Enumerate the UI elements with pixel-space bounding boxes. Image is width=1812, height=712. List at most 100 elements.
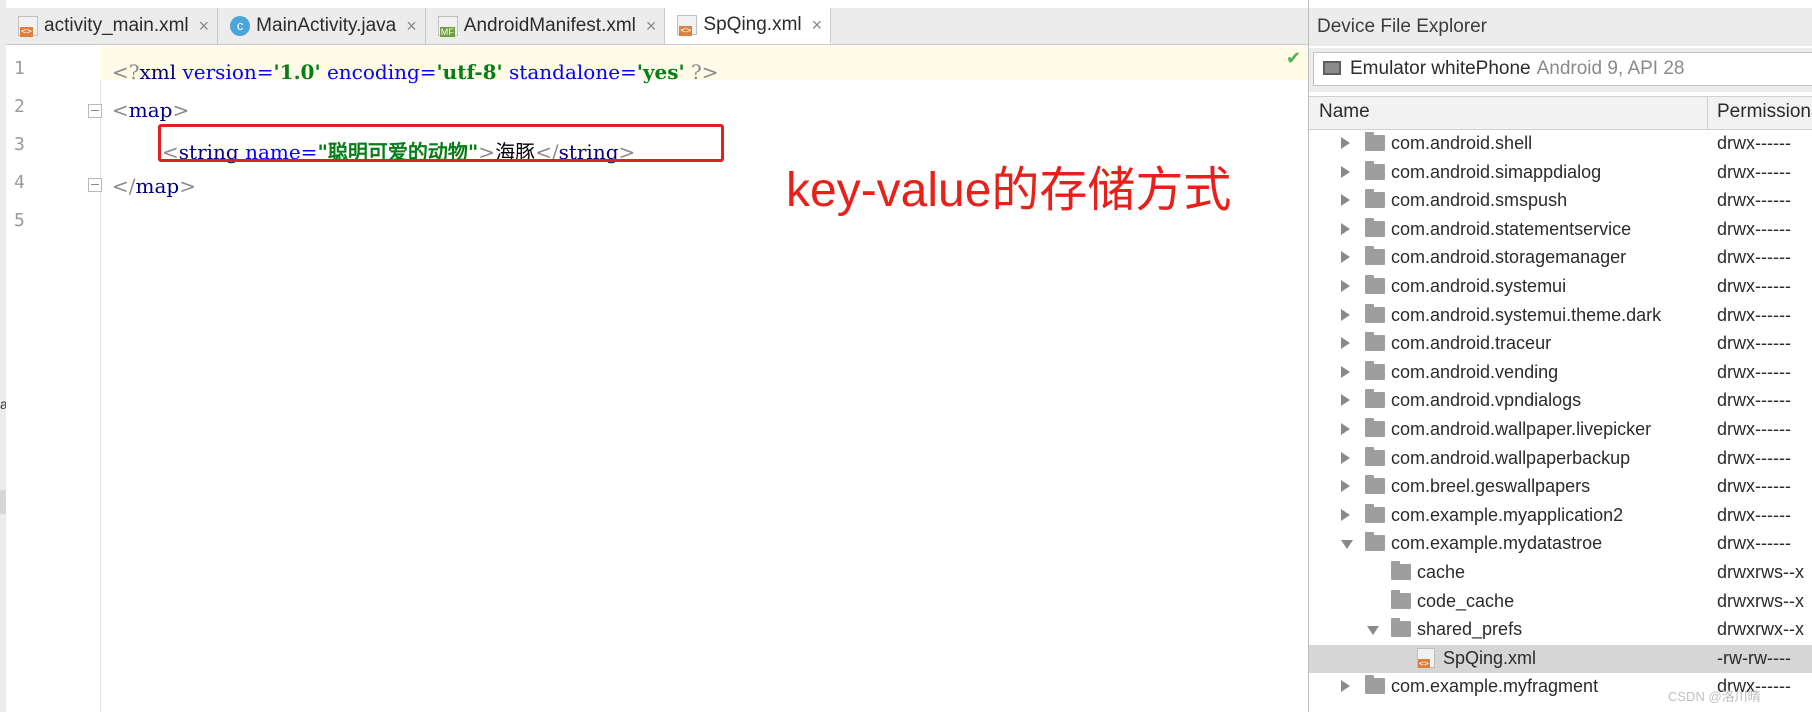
tree-row[interactable]: com.android.statementservice drwx------ <box>1309 216 1812 244</box>
attribute-name: standalone= <box>509 60 637 84</box>
tree-item-name: com.android.shell <box>1391 133 1533 153</box>
tree-row[interactable]: com.example.myapplication2 drwx------ <box>1309 502 1812 530</box>
collapsed-arrow-icon[interactable] <box>1341 337 1350 349</box>
code-editor: activity_main.xml × c MainActivity.java … <box>6 0 1308 712</box>
tree-row[interactable]: com.android.traceur drwx------ <box>1309 330 1812 358</box>
tree-item-permissions: drwx------ <box>1717 162 1791 182</box>
fold-toggle-icon[interactable] <box>88 178 102 192</box>
tag-name: map <box>128 98 173 122</box>
tree-row[interactable]: shared_prefs drwxrwx--x <box>1309 616 1812 644</box>
column-permissions-header[interactable]: Permissions <box>1717 101 1812 123</box>
tree-row[interactable]: com.breel.geswallpapers drwx------ <box>1309 473 1812 501</box>
tree-row[interactable]: com.android.vpndialogs drwx------ <box>1309 387 1812 415</box>
tree-item-permissions: drwx------ <box>1717 505 1791 525</box>
tree-item-name: com.android.simappdialog <box>1391 162 1602 182</box>
tree-row[interactable]: com.android.storagemanager drwx------ <box>1309 244 1812 272</box>
collapsed-arrow-icon[interactable] <box>1341 223 1350 235</box>
close-icon[interactable]: × <box>406 16 417 37</box>
fold-toggle-icon[interactable] <box>88 104 102 118</box>
tree-row[interactable]: com.android.systemui drwx------ <box>1309 273 1812 301</box>
tree-row[interactable]: com.android.systemui.theme.dark drwx-----… <box>1309 302 1812 330</box>
tree-item-permissions: drwx------ <box>1717 219 1791 239</box>
tree-row[interactable]: cache drwxrws--x <box>1309 559 1812 587</box>
folder-icon <box>1365 675 1385 694</box>
tree-row[interactable]: com.android.wallpaper.livepicker drwx----… <box>1309 416 1812 444</box>
folder-icon <box>1391 561 1411 580</box>
tab-activity-main-xml[interactable]: activity_main.xml × <box>6 8 219 44</box>
xml-file-icon <box>18 16 38 37</box>
collapsed-arrow-icon[interactable] <box>1341 452 1350 464</box>
inspection-ok-icon: ✔ <box>1286 48 1302 68</box>
tree-row[interactable]: com.android.shell drwx------ <box>1309 130 1812 158</box>
tree-row[interactable]: com.example.mydatastroe drwx------ <box>1309 530 1812 558</box>
column-separator[interactable] <box>1707 97 1708 129</box>
folder-icon <box>1365 475 1385 494</box>
folder-icon <box>1365 218 1385 237</box>
bracket: < <box>112 98 129 122</box>
collapsed-arrow-icon[interactable] <box>1341 394 1350 406</box>
tree-row[interactable]: com.android.wallpaperbackup drwx------ <box>1309 445 1812 473</box>
tag-name: map <box>135 174 180 198</box>
tab-mainactivity-java[interactable]: c MainActivity.java × <box>218 8 426 44</box>
collapsed-arrow-icon[interactable] <box>1341 166 1350 178</box>
collapsed-arrow-icon[interactable] <box>1341 309 1350 321</box>
collapsed-arrow-icon[interactable] <box>1341 423 1350 435</box>
tab-label: activity_main.xml <box>44 15 189 36</box>
collapsed-arrow-icon[interactable] <box>1341 509 1350 521</box>
collapsed-arrow-icon[interactable] <box>1341 280 1350 292</box>
device-select[interactable]: Emulator whitePhone Android 9, API 28 <box>1313 52 1812 86</box>
close-icon[interactable]: × <box>646 16 657 37</box>
code-line-4[interactable]: </map> <box>112 174 196 198</box>
expanded-arrow-icon[interactable] <box>1367 626 1379 635</box>
collapsed-arrow-icon[interactable] <box>1341 480 1350 492</box>
manifest-file-icon <box>437 16 458 37</box>
tree-item-permissions: drwx------ <box>1717 390 1791 410</box>
xml-declaration-close: ?> <box>691 60 719 84</box>
folder-icon <box>1365 246 1385 265</box>
collapsed-arrow-icon[interactable] <box>1341 194 1350 206</box>
line-number: 5 <box>14 210 25 231</box>
column-name-header[interactable]: Name <box>1319 101 1370 123</box>
collapsed-arrow-icon[interactable] <box>1341 680 1350 692</box>
collapsed-arrow-icon[interactable] <box>1341 251 1350 263</box>
attribute-name: version= <box>182 60 274 84</box>
folder-icon <box>1365 332 1385 351</box>
java-class-icon: c <box>230 16 251 36</box>
tree-row[interactable]: com.android.smspush drwx------ <box>1309 187 1812 215</box>
tree-item-name: com.android.wallpaperbackup <box>1391 448 1631 468</box>
tree-row[interactable]: com.android.vending drwx------ <box>1309 359 1812 387</box>
annotation-text: key-value的存储方式 <box>786 164 1232 217</box>
file-tree: com.android.shell drwx------ com.android.s… <box>1309 130 1812 712</box>
line-number: 2 <box>14 96 25 117</box>
close-icon[interactable]: × <box>812 15 823 36</box>
tree-item-permissions: drwxrws--x <box>1717 591 1804 611</box>
tab-androidmanifest-xml[interactable]: AndroidManifest.xml × <box>426 8 666 44</box>
tree-item-name: com.android.vpndialogs <box>1391 390 1582 410</box>
close-icon[interactable]: × <box>199 16 210 37</box>
device-name: Emulator whitePhone <box>1350 58 1531 79</box>
code-line-2[interactable]: <map> <box>112 98 189 122</box>
tree-item-name: com.example.mydatastroe <box>1391 533 1603 553</box>
tree-row[interactable]: SpQing.xml -rw-rw---- <box>1309 645 1812 673</box>
folder-icon <box>1365 189 1385 208</box>
tree-item-permissions: drwx------ <box>1717 133 1791 153</box>
folder-icon <box>1365 418 1385 437</box>
tree-item-permissions: -rw-rw---- <box>1717 648 1791 668</box>
tree-item-name: com.android.statementservice <box>1391 219 1632 239</box>
tree-item-name: com.android.systemui.theme.dark <box>1391 305 1662 325</box>
tree-row[interactable]: code_cache drwxrws--x <box>1309 588 1812 616</box>
tree-item-permissions: drwx------ <box>1717 533 1791 553</box>
tree-item-name: com.android.smspush <box>1391 190 1568 210</box>
tab-spqing-xml[interactable]: SpQing.xml × <box>665 8 832 44</box>
tab-label: AndroidManifest.xml <box>463 15 636 36</box>
expanded-arrow-icon[interactable] <box>1341 540 1353 549</box>
tree-row[interactable]: com.android.simappdialog drwx------ <box>1309 159 1812 187</box>
code-line-1[interactable]: <?xml version='1.0' encoding='utf-8' sta… <box>112 60 719 84</box>
tree-item-name: com.android.storagemanager <box>1391 247 1627 267</box>
highlight-box <box>158 124 724 162</box>
editor-tab-bar: activity_main.xml × c MainActivity.java … <box>6 8 1308 45</box>
collapsed-arrow-icon[interactable] <box>1341 137 1350 149</box>
attribute-value: 'yes' <box>636 60 685 84</box>
collapsed-arrow-icon[interactable] <box>1341 366 1350 378</box>
tree-item-permissions: drwx------ <box>1717 362 1791 382</box>
